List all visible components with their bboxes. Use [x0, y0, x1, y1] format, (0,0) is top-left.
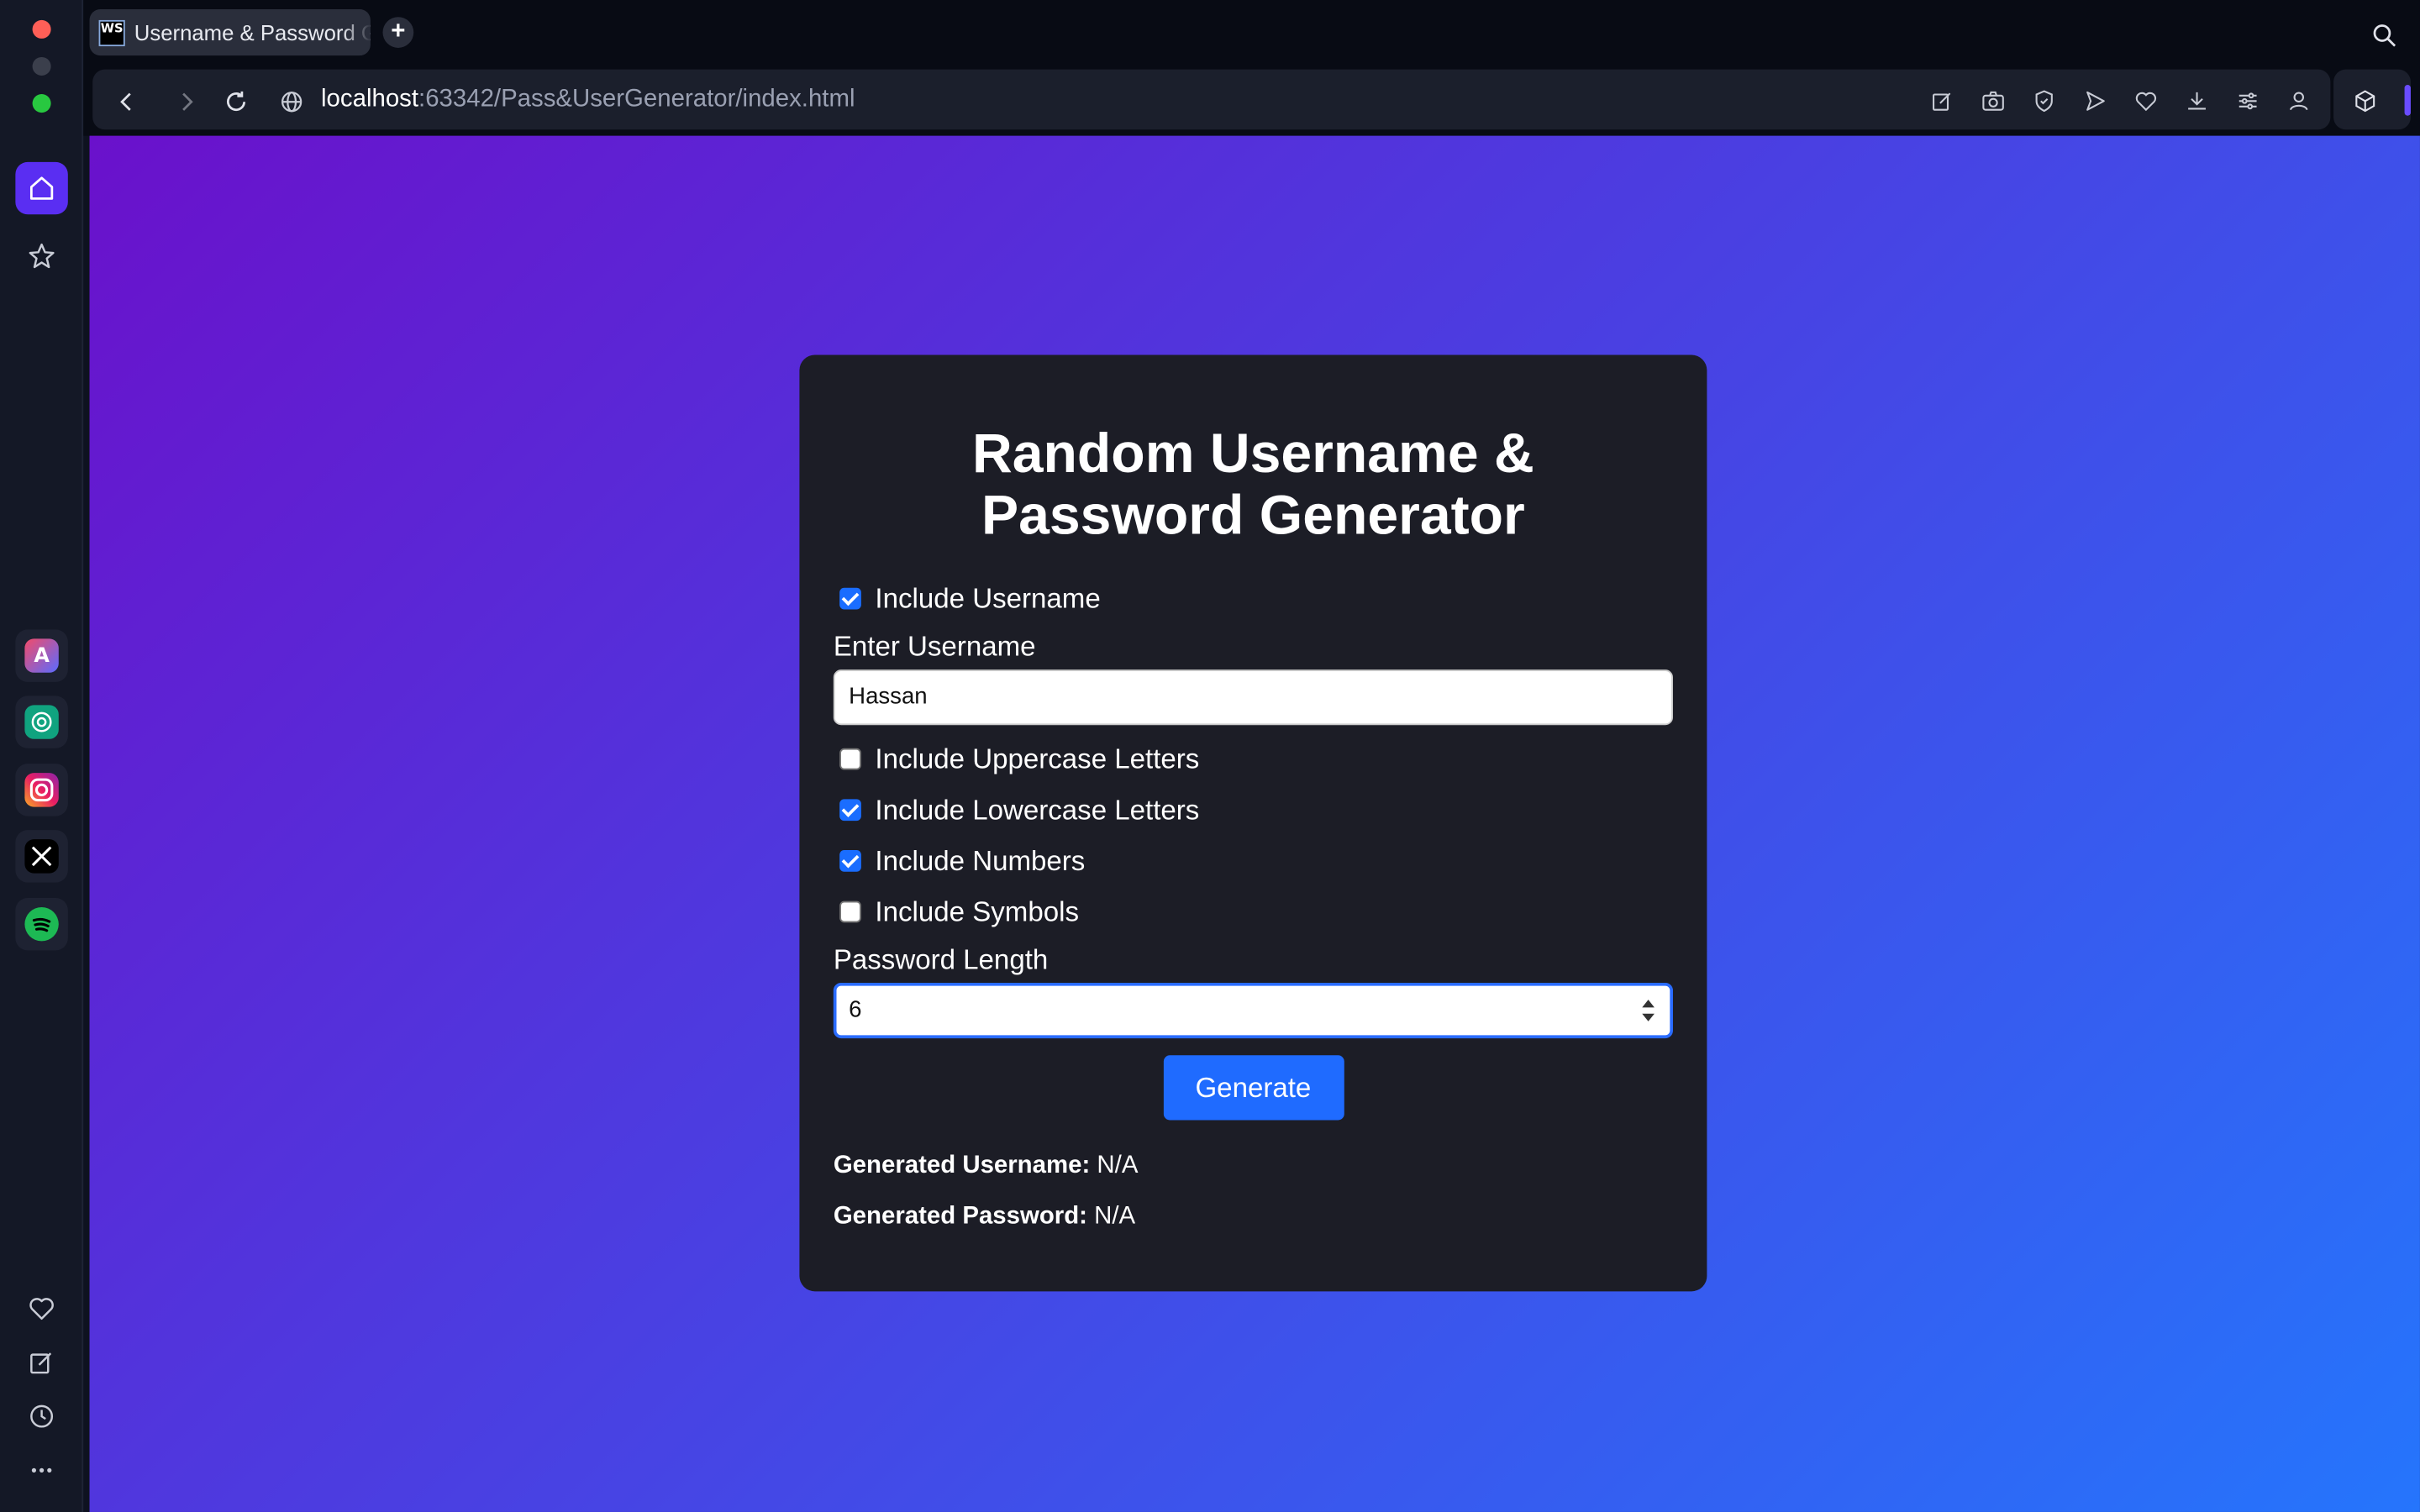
heart-icon[interactable] — [15, 1282, 67, 1334]
back-arrow-icon[interactable] — [113, 88, 140, 116]
password-length-input[interactable]: 6 — [833, 982, 1673, 1039]
chatgpt-app-icon[interactable] — [15, 696, 68, 748]
history-clock-icon[interactable] — [15, 1390, 67, 1442]
symbols-option[interactable]: Include Symbols — [834, 887, 1673, 937]
tab-fade — [342, 9, 371, 56]
bookmark-star-icon[interactable] — [15, 230, 67, 282]
generated-username-row: Generated Username: N/A — [834, 1149, 1673, 1182]
globe-icon — [281, 92, 302, 113]
search-icon[interactable] — [2370, 22, 2398, 50]
accent-indicator — [2404, 85, 2411, 116]
snapshot-edit-icon[interactable] — [1929, 88, 1955, 114]
extensions-area[interactable] — [2333, 69, 2411, 130]
spinner-arrows-icon[interactable] — [1642, 1000, 1655, 1021]
generated-password-label: Generated Password: — [833, 1203, 1087, 1230]
symbols-label: Include Symbols — [875, 895, 1079, 927]
generator-card: Random Username & Password Generator Inc… — [799, 354, 1707, 1292]
uppercase-checkbox[interactable] — [839, 748, 861, 770]
webstorm-icon: WS — [98, 18, 125, 46]
browser-sidebar: A — [0, 0, 84, 1512]
uppercase-label: Include Uppercase Letters — [875, 743, 1200, 774]
numbers-label: Include Numbers — [875, 844, 1086, 876]
lowercase-option[interactable]: Include Lowercase Letters — [834, 785, 1673, 835]
edit-note-icon[interactable] — [15, 1336, 67, 1389]
lowercase-checkbox[interactable] — [839, 799, 861, 822]
generated-username-label: Generated Username: — [833, 1152, 1091, 1179]
instagram-app-icon[interactable] — [15, 764, 68, 816]
forward-arrow-icon[interactable] — [173, 88, 201, 116]
profile-icon[interactable] — [2286, 88, 2312, 114]
symbols-checkbox[interactable] — [839, 900, 861, 923]
include-username-checkbox[interactable] — [839, 587, 861, 610]
url-field[interactable]: localhost:63342/Pass&UserGenerator/index… — [92, 69, 2331, 130]
x-app-icon[interactable] — [15, 830, 68, 883]
send-icon[interactable] — [2082, 88, 2108, 114]
tab-bar: WS Username & Password G + — [83, 0, 2420, 66]
url-path: :63342/Pass&UserGenerator/index.html — [418, 86, 855, 113]
url-host: localhost — [321, 86, 419, 113]
camera-icon[interactable] — [1980, 88, 2006, 114]
password-length-label: Password Length — [833, 944, 1049, 975]
reload-icon[interactable] — [222, 88, 250, 116]
generate-button[interactable]: Generate — [1162, 1055, 1344, 1121]
page-background: Random Username & Password Generator Inc… — [89, 135, 2420, 1512]
home-icon[interactable] — [15, 161, 68, 215]
settings-sliders-icon[interactable] — [2235, 88, 2261, 114]
more-options-icon[interactable] — [15, 1444, 67, 1496]
window-maximize-button[interactable] — [32, 94, 51, 113]
numbers-option[interactable]: Include Numbers — [834, 836, 1673, 885]
include-username-label: Include Username — [875, 582, 1101, 614]
new-tab-plus-icon[interactable]: + — [382, 17, 414, 48]
heart-icon[interactable] — [2133, 88, 2159, 114]
lowercase-label: Include Lowercase Letters — [875, 793, 1200, 825]
aria-app-icon[interactable]: A — [15, 629, 68, 682]
extensions-cube-icon[interactable] — [2352, 88, 2378, 114]
password-length-value: 6 — [849, 996, 862, 1023]
window-minimize-button[interactable] — [32, 56, 51, 76]
spotify-app-icon[interactable] — [15, 897, 68, 951]
username-label: Enter Username — [833, 631, 1036, 662]
uppercase-option[interactable]: Include Uppercase Letters — [834, 734, 1673, 784]
shield-icon[interactable] — [2031, 88, 2057, 114]
generated-username-value: N/A — [1097, 1152, 1139, 1179]
download-icon[interactable] — [2184, 88, 2210, 114]
page-title: Random Username & Password Generator — [972, 421, 1534, 547]
generated-password-row: Generated Password: N/A — [834, 1200, 1673, 1233]
generated-password-value: N/A — [1094, 1203, 1136, 1230]
tab-title: Username & Password G — [134, 19, 371, 45]
browser-tab[interactable]: WS Username & Password G — [89, 9, 371, 56]
window-close-button[interactable] — [32, 19, 51, 39]
numbers-checkbox[interactable] — [839, 850, 861, 872]
username-input[interactable]: Hassan — [833, 669, 1673, 726]
include-username-option[interactable]: Include Username — [834, 574, 1673, 623]
url-text[interactable]: localhost:63342/Pass&UserGenerator/index… — [321, 87, 855, 114]
address-bar: localhost:63342/Pass&UserGenerator/index… — [83, 65, 2420, 136]
